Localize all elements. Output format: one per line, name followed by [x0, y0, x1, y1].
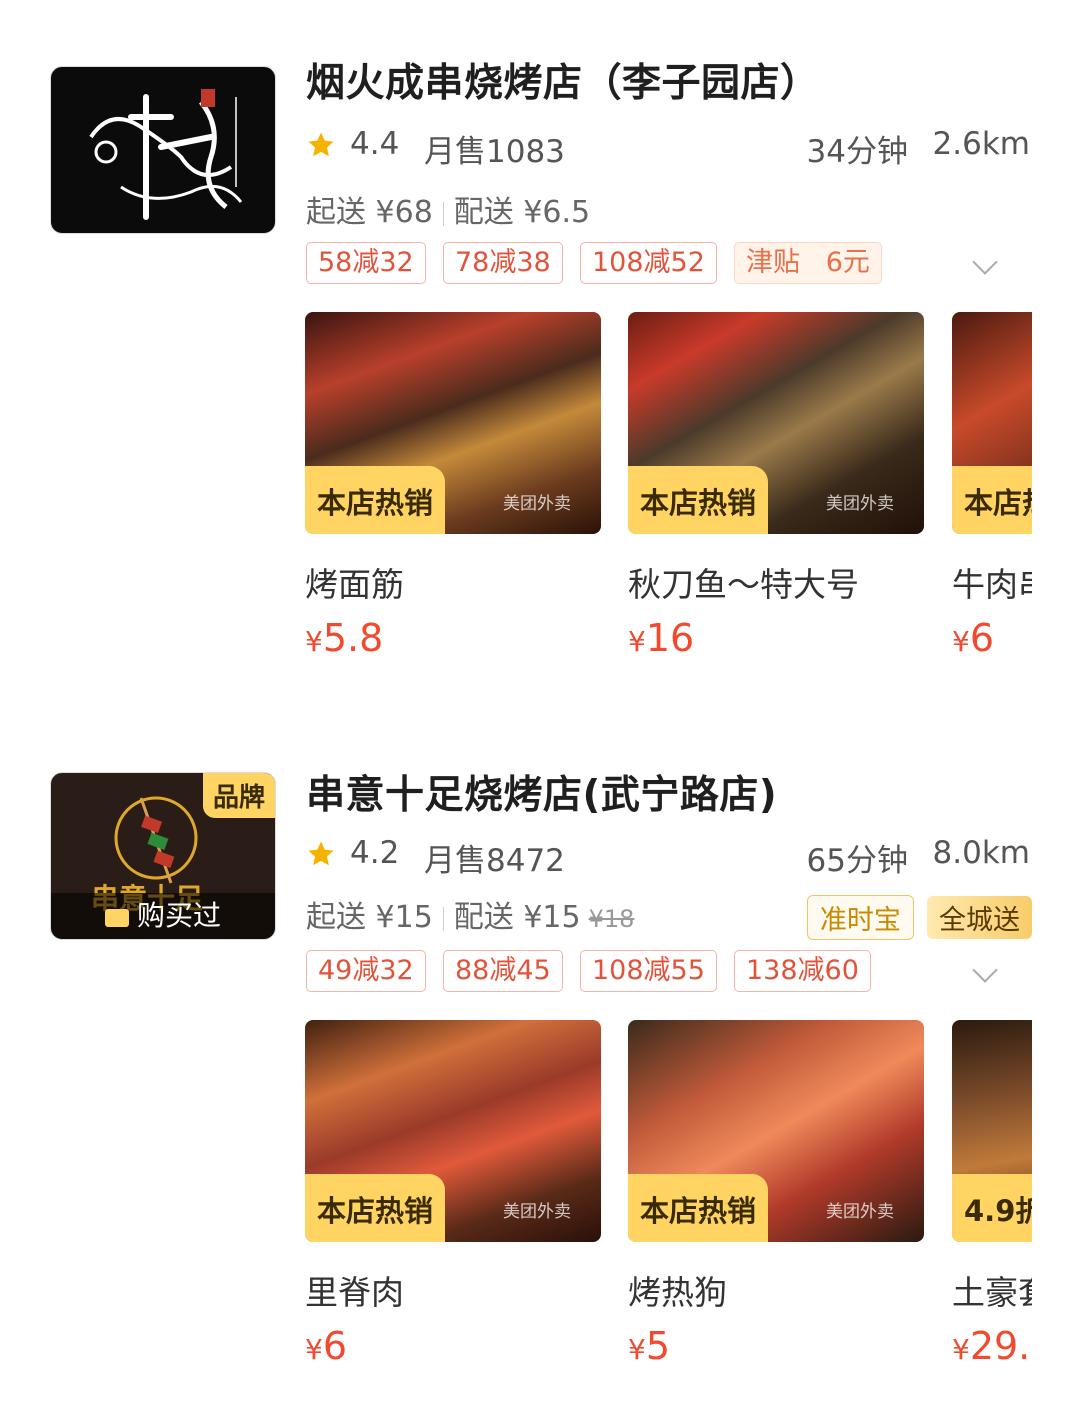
menu-item[interactable]: 4.9折 土豪套餐 ¥29.9: [952, 1020, 1032, 1368]
promo-tag: 108减55: [580, 950, 717, 992]
item-image[interactable]: 美团外卖 本店热销: [305, 312, 601, 534]
fee-info: 起送 ¥15 配送 ¥15 ¥18: [306, 892, 634, 936]
promo-tags: 49减32 88减45 108减55 138减60: [306, 950, 1006, 994]
hot-sale-tag: 本店热销: [305, 466, 446, 534]
item-price: ¥6: [305, 1324, 348, 1368]
logo-calligraphy-image: [89, 89, 243, 220]
bought-label: 购买过: [136, 899, 221, 932]
menu-item[interactable]: 本店热销 牛肉串 ¥6: [952, 312, 1032, 660]
hot-sale-tag: 本店热销: [952, 466, 1032, 534]
service-badges: 准时宝 全城送: [799, 895, 1032, 940]
subsidy-tag: 津贴 6元: [734, 242, 882, 284]
item-name: 秋刀鱼～特大号: [628, 565, 859, 604]
ontime-badge: 准时宝: [806, 895, 914, 940]
item-price: ¥6: [952, 616, 995, 660]
promo-tag: 138减60: [734, 950, 871, 992]
min-order: 起送 ¥15: [306, 900, 433, 935]
distance: 2.6km: [932, 126, 1030, 162]
star-icon: [308, 132, 334, 157]
item-carousel[interactable]: 美团外卖 本店热销 里脊肉 ¥6 美团外卖 本店热销 烤热狗 ¥5 4.9折 土…: [305, 1020, 1032, 1380]
hot-sale-tag: 本店热销: [628, 1174, 769, 1242]
store-metrics: 4.2 月售8472 65分钟 8.0km: [306, 835, 1030, 879]
promo-tag: 58减32: [306, 242, 426, 284]
hot-sale-tag: 本店热销: [628, 466, 769, 534]
item-name: 里脊肉: [305, 1273, 404, 1312]
promo-tags: 58减32 78减38 108减52 津贴 6元: [306, 242, 1006, 286]
divider: [442, 201, 444, 226]
rating: 4.2: [350, 835, 400, 871]
monthly-sales: 月售8472: [424, 843, 565, 879]
menu-item[interactable]: 美团外卖 本店热销 秋刀鱼～特大号 ¥16: [628, 312, 924, 660]
item-price: ¥29.9: [952, 1324, 1032, 1368]
rating: 4.4: [350, 126, 400, 162]
menu-item[interactable]: 美团外卖 本店热销 烤面筋 ¥5.8: [305, 312, 601, 660]
delivery-time: 34分钟: [806, 134, 908, 170]
store-name[interactable]: 串意十足烧烤店(武宁路店): [306, 764, 777, 820]
menu-item[interactable]: 美团外卖 本店热销 里脊肉 ¥6: [305, 1020, 601, 1368]
bought-before-bar: 购买过: [51, 893, 275, 939]
watermark: 美团外卖: [503, 1202, 571, 1222]
star-icon: [308, 841, 334, 866]
menu-item[interactable]: 美团外卖 本店热销 烤热狗 ¥5: [628, 1020, 924, 1368]
store-logo[interactable]: 串意十足 品牌 购买过: [50, 772, 276, 940]
item-carousel[interactable]: 美团外卖 本店热销 烤面筋 ¥5.8 美团外卖 本店热销 秋刀鱼～特大号 ¥16…: [305, 312, 1032, 672]
item-price: ¥5: [628, 1324, 671, 1368]
distance: 8.0km: [932, 835, 1030, 871]
discount-tag: 4.9折: [952, 1174, 1032, 1242]
item-image[interactable]: 美团外卖 本店热销: [628, 1020, 924, 1242]
promo-tag: 88减45: [443, 950, 563, 992]
item-name: 土豪套餐: [952, 1273, 1032, 1312]
monthly-sales: 月售1083: [424, 134, 565, 170]
citywide-badge: 全城送: [927, 896, 1032, 939]
original-fee: ¥18: [588, 905, 635, 933]
min-order: 起送 ¥68: [306, 195, 433, 230]
promo-tag: 108减52: [580, 242, 717, 284]
watermark: 美团外卖: [826, 494, 894, 514]
subsidy-value: 6元: [825, 247, 870, 278]
fee-info: 起送 ¥68 配送 ¥6.5: [306, 187, 590, 231]
item-name: 牛肉串: [952, 565, 1032, 604]
delivery-time: 65分钟: [806, 843, 908, 879]
item-image[interactable]: 美团外卖 本店热销: [305, 1020, 601, 1242]
delivery-fee: 配送 ¥6.5: [453, 195, 591, 230]
item-name: 烤面筋: [305, 565, 404, 604]
item-price: ¥5.8: [305, 616, 384, 660]
subsidy-label: 津贴: [746, 247, 800, 278]
watermark: 美团外卖: [826, 1202, 894, 1222]
brand-badge: 品牌: [202, 773, 275, 818]
item-name: 烤热狗: [628, 1273, 727, 1312]
store-metrics: 4.4 月售1083 34分钟 2.6km: [306, 126, 1030, 170]
hot-sale-tag: 本店热销: [305, 1174, 446, 1242]
lock-icon: [104, 909, 129, 927]
promo-tag: 78减38: [443, 242, 563, 284]
promo-tag: 49减32: [306, 950, 426, 992]
store-name[interactable]: 烟火成串烧烤店（李子园店）: [306, 52, 820, 108]
divider: [442, 906, 444, 931]
item-price: ¥16: [628, 616, 695, 660]
item-image[interactable]: 美团外卖 本店热销: [628, 312, 924, 534]
item-image[interactable]: 4.9折: [952, 1020, 1032, 1242]
watermark: 美团外卖: [503, 494, 571, 514]
delivery-fee: 配送 ¥15: [453, 900, 581, 935]
store-logo[interactable]: [50, 66, 276, 234]
item-image[interactable]: 本店热销: [952, 312, 1032, 534]
